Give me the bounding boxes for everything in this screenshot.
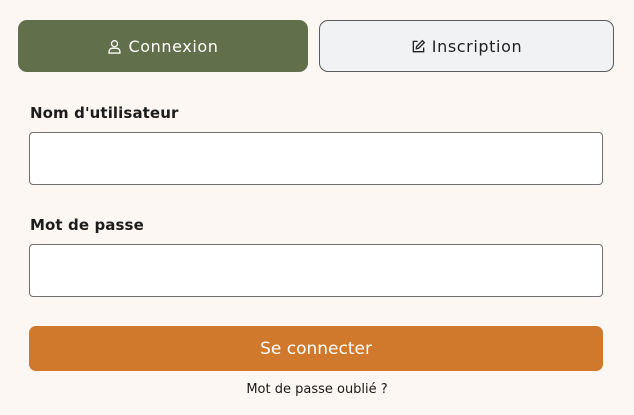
- forgot-password-link[interactable]: Mot de passe oublié ?: [0, 382, 634, 397]
- auth-tabs: Connexion Inscription: [18, 20, 614, 72]
- tab-login[interactable]: Connexion: [18, 20, 308, 72]
- edit-icon: [411, 39, 426, 54]
- login-button[interactable]: Se connecter: [29, 326, 603, 371]
- username-label: Nom d'utilisateur: [30, 104, 179, 122]
- password-input[interactable]: [29, 244, 603, 297]
- password-label: Mot de passe: [30, 216, 144, 234]
- username-input[interactable]: [29, 132, 603, 185]
- tab-register-label: Inscription: [431, 36, 523, 56]
- tab-login-label: Connexion: [128, 36, 219, 56]
- tab-register[interactable]: Inscription: [319, 20, 614, 72]
- user-icon: [107, 39, 122, 54]
